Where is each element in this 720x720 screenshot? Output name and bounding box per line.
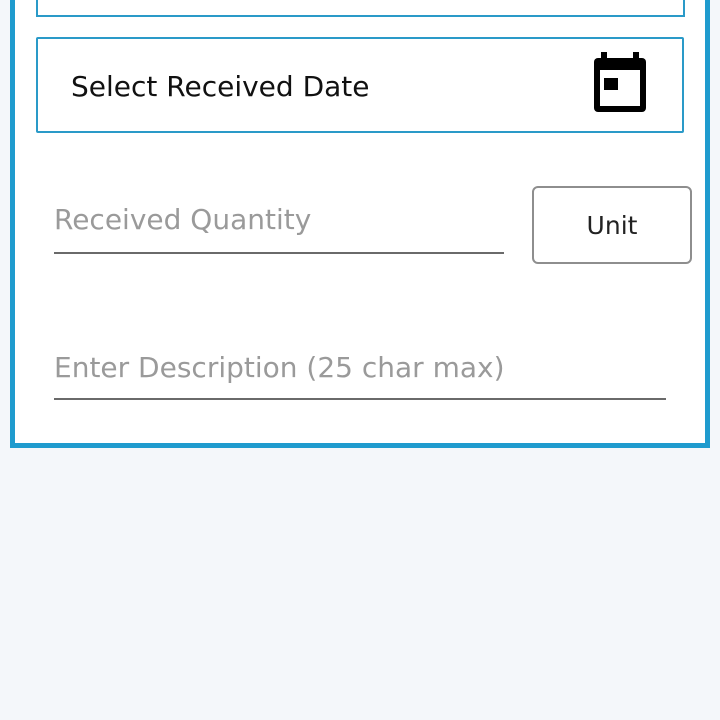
description-input[interactable] bbox=[54, 348, 666, 388]
received-quantity-field bbox=[54, 200, 504, 254]
description-field bbox=[54, 348, 666, 400]
calendar-icon[interactable] bbox=[592, 52, 648, 114]
unit-button[interactable]: Unit bbox=[532, 186, 692, 264]
received-date-label: Select Received Date bbox=[71, 70, 370, 103]
received-quantity-input[interactable] bbox=[54, 200, 504, 240]
received-date-picker[interactable]: Select Received Date bbox=[36, 37, 684, 133]
previous-field[interactable] bbox=[36, 0, 685, 17]
